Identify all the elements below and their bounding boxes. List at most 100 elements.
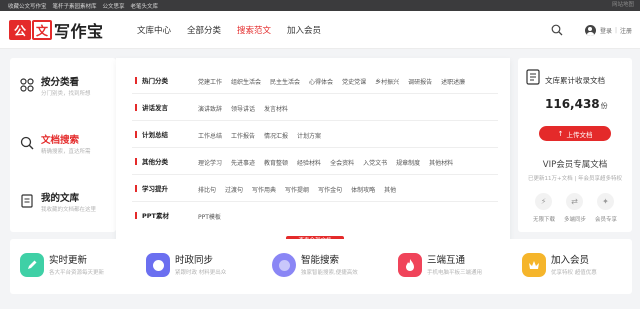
nav-library-center[interactable]: 文库中心	[137, 24, 171, 36]
category-tag[interactable]: 工作报告	[231, 131, 255, 140]
nav-join-vip[interactable]: 加入会员	[287, 24, 321, 36]
perk-vip-exclusive[interactable]: ✦ 会员专享	[590, 193, 622, 229]
document-icon	[21, 194, 33, 208]
category-label[interactable]: 计划总结	[142, 122, 168, 148]
vip-icon	[522, 253, 546, 277]
category-row-plans: 计划总结 工作总结 工作报告 情况汇报 计划方案	[132, 122, 498, 148]
search-icon	[20, 136, 34, 150]
category-row-other: 其他分类 理论学习 先进事迹 教育整顿 经验材料 全会资料 入党文书 规章制度 …	[132, 149, 498, 175]
upload-arrow-icon: ↑	[557, 129, 564, 138]
upload-document-button[interactable]: ↑ 上传文档	[539, 126, 611, 141]
top-links: 收藏公文写作宝 笔杆子素园素材库 公文思享 老笔头文库	[8, 0, 158, 11]
right-panel: 文库累计收录文档 116,438份 ↑ 上传文档 VIP会员专属文档 已更新11…	[518, 58, 632, 232]
login-link[interactable]: 登录	[600, 26, 612, 35]
library-count: 116,438份	[545, 97, 608, 111]
category-tag[interactable]: 入党文书	[363, 158, 387, 167]
row-marker	[135, 158, 137, 165]
category-tag[interactable]: 领导讲话	[231, 104, 255, 113]
search-icon[interactable]	[551, 24, 563, 36]
perk-label: 多端同步	[563, 217, 586, 223]
feature-title: 时政同步	[175, 255, 214, 266]
site-logo[interactable]: 公 文 写作宝	[9, 19, 104, 41]
category-tag[interactable]: PPT模板	[198, 212, 221, 221]
category-tag[interactable]: 其他	[384, 185, 396, 194]
top-utility-bar: 收藏公文写作宝 笔杆子素园素材库 公文思享 老笔头文库 网站地图	[0, 0, 640, 11]
category-tag[interactable]: 体制攻略	[351, 185, 375, 194]
feature-sub: 紧跟时政 材料更出众	[175, 270, 227, 276]
register-link[interactable]: 注册	[620, 26, 632, 35]
top-link-material-library[interactable]: 笔杆子素园素材库	[53, 2, 97, 10]
feature-title: 三端互通	[427, 255, 466, 266]
category-label[interactable]: 热门分类	[142, 68, 168, 94]
category-label[interactable]: 讲话发言	[142, 95, 168, 121]
row-marker	[135, 131, 137, 138]
category-tag[interactable]: 组织生活会	[231, 77, 261, 86]
upload-label: 上传文档	[566, 130, 593, 139]
left-item-categories[interactable]: 按分类看 分门别类，找到所想	[10, 58, 116, 116]
left-item-doc-search[interactable]: 文档搜索 精确搜索，直达所需	[10, 116, 116, 174]
library-count-unit: 份	[600, 102, 608, 110]
sync-icon: ⇄	[566, 193, 583, 210]
row-marker	[135, 104, 137, 111]
perk-unlimited-download[interactable]: ⚡ 无限下载	[528, 193, 560, 229]
category-tag[interactable]: 理论学习	[198, 158, 222, 167]
category-tag[interactable]: 其他材料	[429, 158, 453, 167]
category-tag[interactable]: 情况汇报	[264, 131, 288, 140]
category-label[interactable]: 学习提升	[142, 176, 168, 202]
row-marker	[135, 185, 137, 192]
category-row-study: 学习提升 排比句 过渡句 写作用典 写作提纲 写作金句 体制攻略 其他	[132, 176, 498, 202]
site-map-link[interactable]: 网站地图	[612, 0, 634, 11]
top-link-favorite[interactable]: 收藏公文写作宝	[8, 2, 47, 10]
library-count-title: 文库累计收录文档	[545, 76, 605, 85]
category-tag[interactable]: 工作总结	[198, 131, 222, 140]
logo-text: 写作宝	[54, 22, 104, 41]
feature-sub: 优享特权 超值优惠	[551, 270, 597, 276]
left-item-title: 我的文库	[41, 193, 80, 204]
category-tag[interactable]: 先进事迹	[231, 158, 255, 167]
top-link-gongwen-sixiang[interactable]: 公文思享	[103, 2, 125, 10]
category-tag[interactable]: 发言材料	[264, 104, 288, 113]
category-tag[interactable]: 演讲致辞	[198, 104, 222, 113]
category-tag[interactable]: 教育整顿	[264, 158, 288, 167]
feature-sub: 各大平台资源每天更新	[49, 270, 105, 276]
category-tag[interactable]: 排比句	[198, 185, 216, 194]
nav-all-categories[interactable]: 全部分类	[187, 24, 221, 36]
category-tag[interactable]: 调研报告	[408, 77, 432, 86]
feature-sub: 手机电脑平板三端通用	[427, 270, 483, 276]
smart-search-icon	[272, 253, 296, 277]
category-row-speech: 讲话发言 演讲致辞 领导讲话 发言材料	[132, 95, 498, 121]
category-tag[interactable]: 写作金句	[318, 185, 342, 194]
left-item-my-library[interactable]: 我的文库 我收藏的文档都在这里	[10, 174, 116, 232]
category-tag[interactable]: 全会资料	[330, 158, 354, 167]
category-tag[interactable]: 规章制度	[396, 158, 420, 167]
nav-search-samples[interactable]: 搜索范文	[237, 24, 271, 36]
flame-icon	[398, 253, 422, 277]
top-link-laobitou[interactable]: 老笔头文库	[131, 2, 159, 10]
category-tag[interactable]: 乡村振兴	[375, 77, 399, 86]
category-label[interactable]: PPT素材	[142, 203, 169, 229]
category-tag[interactable]: 过渡句	[225, 185, 243, 194]
logo-mark-outline: 文	[32, 20, 52, 40]
user-avatar-icon[interactable]	[584, 24, 596, 36]
left-panel: 按分类看 分门别类，找到所想 文档搜索 精确搜索，直达所需 我的文库 我收藏的文…	[10, 58, 116, 232]
feature-title: 智能搜索	[301, 255, 340, 266]
perk-multi-sync[interactable]: ⇄ 多端同步	[559, 193, 591, 229]
category-row-ppt: PPT素材 PPT模板	[132, 203, 498, 229]
category-dropdown: 热门分类 党建工作 组织生活会 民主生活会 心得体会 党史党课 乡村振兴 调研报…	[116, 58, 510, 254]
category-tag[interactable]: 写作提纲	[285, 185, 309, 194]
category-tag[interactable]: 党建工作	[198, 77, 222, 86]
left-item-sub: 精确搜索，直达所需	[41, 149, 91, 155]
category-tag[interactable]: 述职述廉	[441, 77, 465, 86]
category-tag[interactable]: 计划方案	[297, 131, 321, 140]
logo-mark: 公	[9, 20, 31, 40]
category-tag[interactable]: 党史党课	[342, 77, 366, 86]
perk-label: 会员专享	[594, 217, 617, 223]
category-tag[interactable]: 写作用典	[252, 185, 276, 194]
category-tags: 排比句 过渡句 写作用典 写作提纲 写作金句 体制攻略 其他	[198, 176, 396, 202]
feature-sub: 独家智能搜索,便捷高效	[301, 270, 358, 276]
grid-icon	[20, 78, 34, 92]
category-tag[interactable]: 经验材料	[297, 158, 321, 167]
category-label[interactable]: 其他分类	[142, 149, 168, 175]
category-tag[interactable]: 民主生活会	[270, 77, 300, 86]
category-tag[interactable]: 心得体会	[309, 77, 333, 86]
